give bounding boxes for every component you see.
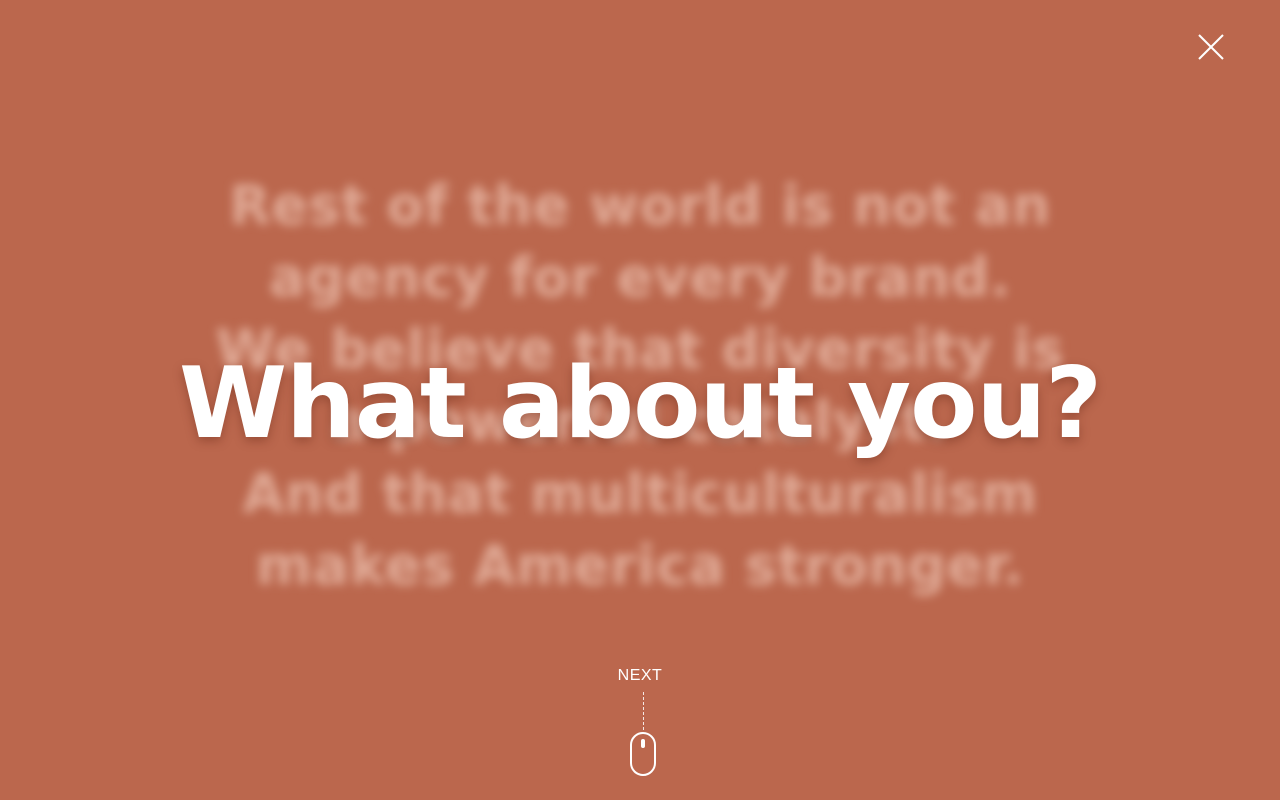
next-dashed-line: [643, 692, 644, 730]
overlay-stage: Rest of the world is not an agency for e…: [0, 0, 1280, 800]
next-button[interactable]: NEXT: [590, 664, 690, 784]
mouse-scroll-icon: [629, 731, 657, 777]
close-button[interactable]: [1193, 29, 1229, 65]
background-statement-line: agency for every brand.: [268, 246, 1012, 309]
close-icon: [1198, 34, 1224, 60]
background-statement-line: Rest of the world is not an: [229, 174, 1051, 237]
next-label: NEXT: [617, 667, 663, 684]
headline: What about you?: [178, 347, 1102, 461]
background-statement-line: And that multiculturalism: [242, 462, 1038, 525]
background-statement-line: makes America stronger.: [255, 534, 1025, 597]
